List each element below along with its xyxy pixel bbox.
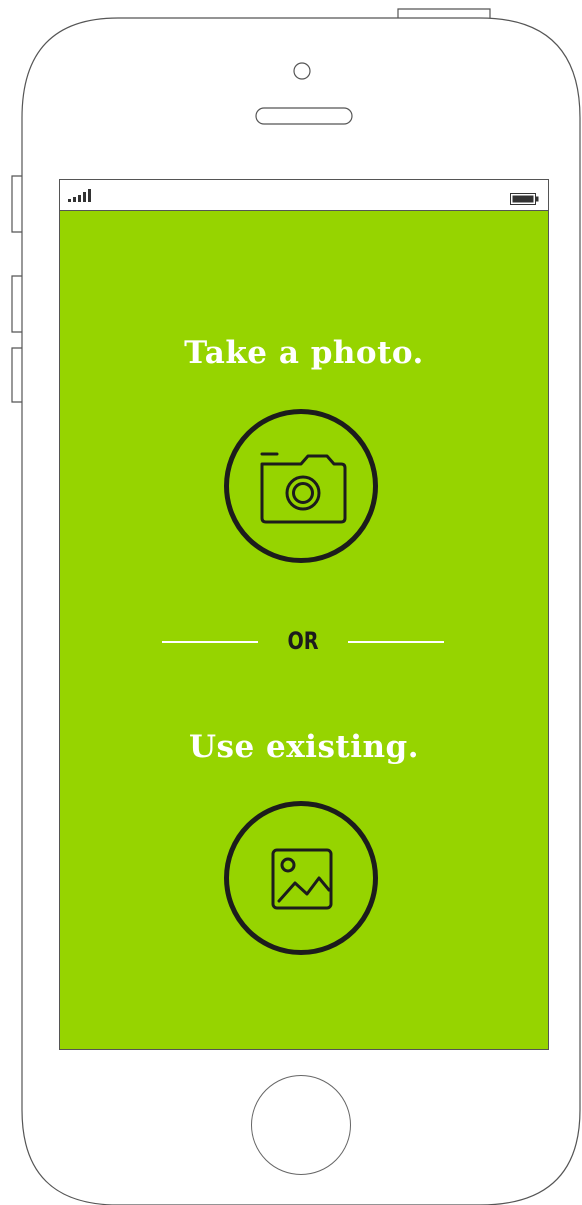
divider-line-left [162,641,258,643]
image-icon [271,848,333,910]
home-button[interactable] [251,1075,351,1175]
take-photo-label: Take a photo. [184,335,424,371]
battery-icon [510,190,540,209]
phone-device: Take a photo. OR Use existing. [0,0,582,1205]
app-screen: Take a photo. OR Use existing. [60,211,548,1049]
camera-icon [260,452,347,524]
or-label: OR [287,627,319,655]
use-existing-label: Use existing. [188,729,420,765]
signal-bars-icon [68,188,94,207]
or-divider: OR [162,627,444,655]
use-existing-button[interactable] [224,801,378,955]
status-bar [60,180,548,211]
take-photo-button[interactable] [224,409,378,563]
divider-line-right [348,641,444,643]
